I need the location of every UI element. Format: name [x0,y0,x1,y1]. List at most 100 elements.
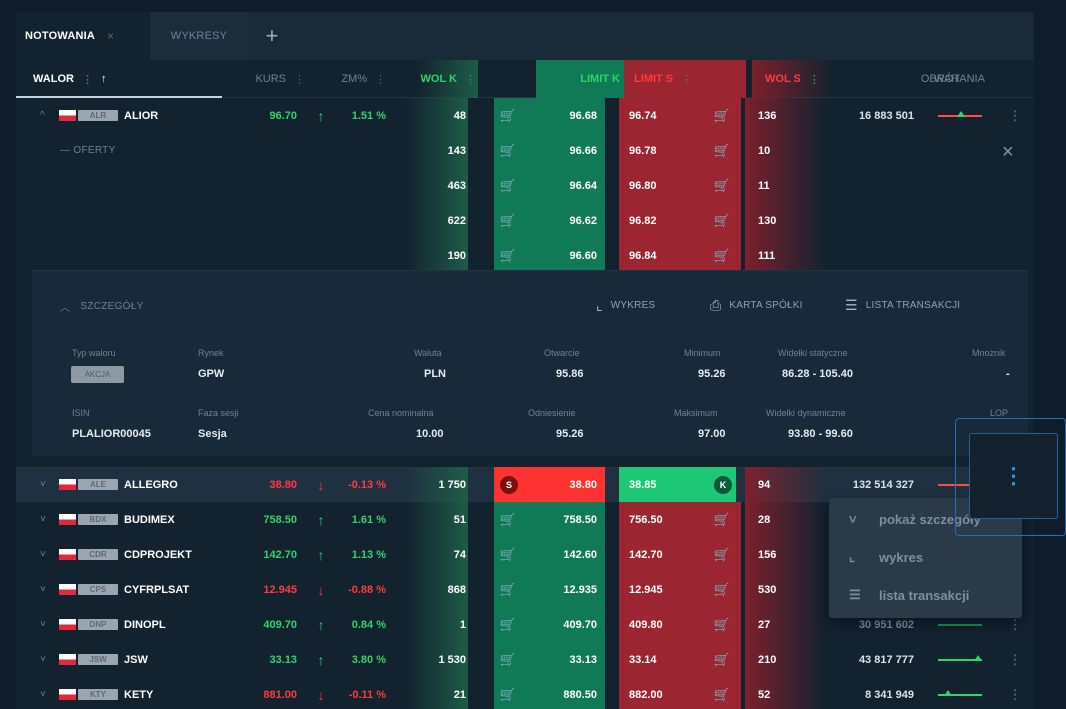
sell-cart-icon[interactable]: 🛒 [712,502,732,537]
collapse-chevron-icon[interactable]: ^ [40,98,52,133]
price: 38.80 [269,478,297,491]
order-book-row: 622 96.62 🛒 96.82 🛒 130 [16,203,1034,238]
sell-cart-icon[interactable]: 🛒 [712,203,732,238]
buy-cart-icon[interactable]: 🛒 [498,168,518,203]
column-wahania[interactable]: WAHANIA [934,60,985,98]
menu-item-trades-list[interactable]: ☰ lista transakcji [829,578,1022,612]
change-percent: 3.80 % [351,653,386,666]
ask-volume: 130 [745,203,825,238]
buy-cart-icon[interactable]: 🛒 [498,203,518,238]
field-value: - [1006,368,1010,380]
poland-flag-icon [59,479,76,490]
bid-volume: 1 530 [406,642,468,677]
sort-ascending-icon[interactable]: ↑ [101,73,107,85]
field-label: Typ waloru [72,348,116,358]
company-card-button[interactable]: ⎙ KARTA SPÓŁKI [710,297,803,314]
menu-item-chart[interactable]: ⌞ wykres [829,540,1022,574]
expand-chevron-icon[interactable]: ˅ [40,467,52,502]
field-value: 95.26 [556,428,584,440]
turnover: 132 514 327 [852,478,914,491]
column-menu-icon[interactable]: ⋮ [375,73,386,86]
price: 142.70 [263,548,297,561]
table-row[interactable]: ˅ JSW JSW 33.13 ↑ 3.80 % 1 530 33.13 🛒 3… [16,642,1034,677]
change-percent: -0.88 % [348,583,386,596]
expand-chevron-icon[interactable]: ˅ [40,642,52,677]
buy-cart-icon[interactable]: 🛒 [498,238,518,273]
buy-badge-icon[interactable]: K [712,467,734,502]
instrument-name: ALLEGRO [124,478,178,491]
poland-flag-icon [59,110,76,121]
column-walor[interactable]: WALOR ⋮ ↑ [33,60,106,98]
row-menu-icon[interactable]: ⋮ [1009,642,1022,677]
details-panel: ︿ SZCZEGÓŁY ⌞ WYKRES ⎙ KARTA SPÓŁKI ☰ LI… [32,270,1028,456]
sell-badge-label: S [500,475,518,494]
table-row[interactable]: ^ ALR ALIOR 96.70 ↑ 1.51 % 48 96.68 🛒 96… [16,98,1034,133]
sell-cart-icon[interactable]: 🛒 [712,572,732,607]
details-toggle[interactable]: ︿ SZCZEGÓŁY [60,299,144,314]
buy-cart-icon[interactable]: 🛒 [498,642,518,677]
sell-cart-icon[interactable]: 🛒 [712,98,732,133]
buy-cart-icon[interactable]: 🛒 [498,572,518,607]
field-label: Maksimum [674,408,718,418]
column-limit-s[interactable]: LIMIT S ⋮ [624,60,746,98]
row-menu-icon[interactable]: ⋮ [1009,677,1022,709]
field-label: Widełki statyczne [778,348,848,358]
sell-badge-icon[interactable]: S [498,467,520,502]
close-icon[interactable]: × [1002,141,1014,164]
buy-cart-icon[interactable]: 🛒 [498,677,518,709]
field-value: 95.86 [556,368,584,380]
table-row[interactable]: ˅ ALE ALLEGRO 38.80 ↓ -0.13 % 1 750 38.8… [16,467,1034,502]
instrument-name: JSW [124,653,148,666]
column-zmiana[interactable]: ZM% ⋮ [328,60,386,98]
expand-chevron-icon[interactable]: ˅ [40,537,52,572]
column-wol-k[interactable]: WOL K ⋮ [416,60,478,98]
trades-list-button[interactable]: ☰ LISTA TRANSAKCJI [845,297,960,314]
offers-label: — OFERTY [60,145,116,156]
buy-cart-icon[interactable]: 🛒 [498,502,518,537]
column-menu-icon[interactable]: ⋮ [681,73,692,86]
sell-cart-icon[interactable]: 🛒 [712,607,732,642]
expand-chevron-icon[interactable]: ˅ [40,502,52,537]
price: 409.70 [263,618,297,631]
buy-cart-icon[interactable]: 🛒 [498,98,518,133]
sell-cart-icon[interactable]: 🛒 [712,133,732,168]
expand-chevron-icon[interactable]: ˅ [40,607,52,642]
expand-chevron-icon[interactable]: ˅ [40,677,52,709]
tab-wykresy-label: WYKRESY [170,30,228,42]
arrow-down-icon: ↓ [317,686,325,703]
ask-volume: 27 [745,607,825,642]
chart-icon: ⌞ [596,297,603,313]
change-percent: 1.51 % [351,109,386,122]
field-value: PLALIOR00045 [72,428,151,440]
column-menu-icon[interactable]: ⋮ [465,73,476,86]
column-menu-icon[interactable]: ⋮ [809,73,820,86]
sell-cart-icon[interactable]: 🛒 [712,677,732,709]
expand-chevron-icon[interactable]: ˅ [40,572,52,607]
column-kurs[interactable]: KURS ⋮ [247,60,305,98]
column-menu-icon[interactable]: ⋮ [294,73,305,86]
tab-notowania-label: NOTOWANIA [25,30,96,42]
more-options-button[interactable]: ⋮ [969,433,1058,519]
sell-cart-icon[interactable]: 🛒 [712,168,732,203]
bid-volume: 1 750 [406,467,468,502]
buy-cart-icon[interactable]: 🛒 [498,537,518,572]
column-wol-s[interactable]: WOL S ⋮ [752,60,832,98]
column-menu-icon[interactable]: ⋮ [82,73,93,86]
tab-notowania[interactable]: NOTOWANIA × [16,12,150,60]
buy-cart-icon[interactable]: 🛒 [498,133,518,168]
fluctuation-sparkline [938,677,986,709]
ask-volume: 28 [745,502,825,537]
row-menu-icon[interactable]: ⋮ [1009,98,1022,133]
order-book-row: 463 96.64 🛒 96.80 🛒 11 [16,168,1034,203]
chart-button[interactable]: ⌞ WYKRES [596,297,655,314]
close-icon[interactable]: × [107,29,114,43]
tab-wykresy[interactable]: WYKRESY [150,12,248,60]
add-tab-button[interactable]: + [248,12,296,60]
sell-cart-icon[interactable]: 🛒 [712,238,732,273]
ask-volume: 10 [745,133,825,168]
table-row[interactable]: ˅ KTY KETY 881.00 ↓ -0.11 % 21 880.50 🛒 … [16,677,1034,709]
sell-cart-icon[interactable]: 🛒 [712,642,732,677]
sell-cart-icon[interactable]: 🛒 [712,537,732,572]
buy-cart-icon[interactable]: 🛒 [498,607,518,642]
arrow-up-icon: ↑ [317,651,325,668]
